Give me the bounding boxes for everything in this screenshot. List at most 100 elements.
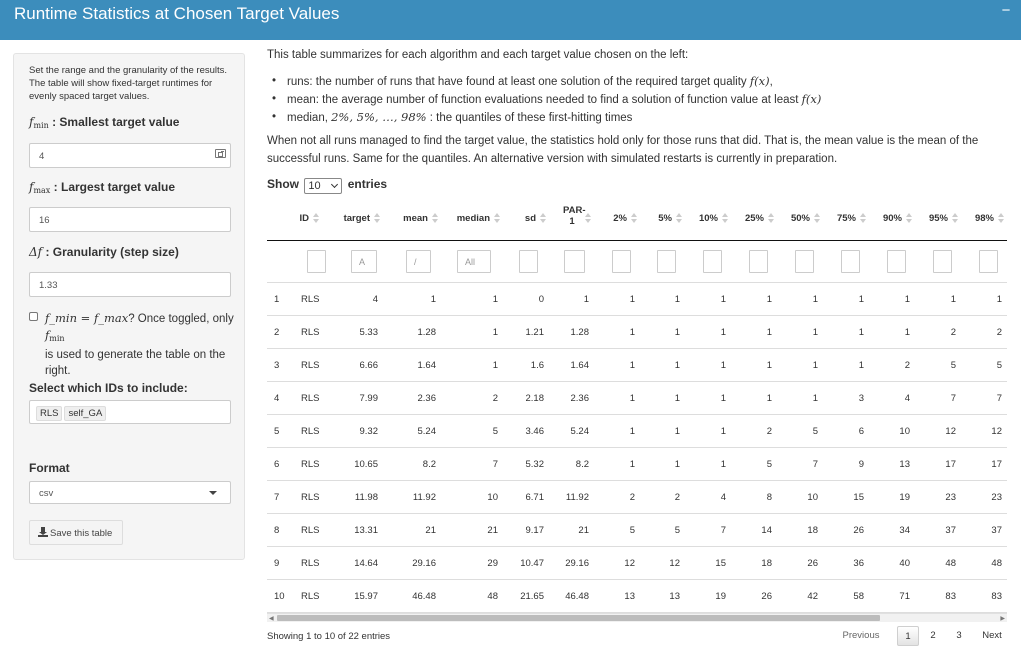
page-2-button[interactable]: 2 — [922, 626, 944, 646]
cell-row-number: 9 — [274, 558, 280, 569]
table-row[interactable]: 8 RLS 13.31 21 21 9.17 21 5 5 7 14 18 26 34 37 37 — [267, 514, 1007, 547]
cell-q95: 1 — [950, 294, 956, 305]
cell-mean: 2.36 — [417, 393, 437, 404]
page-3-button[interactable]: 3 — [948, 626, 970, 646]
cell-par-1: 1.64 — [570, 360, 590, 371]
cell-q10: 1 — [720, 360, 726, 371]
cell-q75: 36 — [853, 558, 864, 569]
cell-q95: 48 — [945, 558, 956, 569]
checkbox[interactable] — [29, 312, 38, 321]
cell-id: RLS — [301, 393, 320, 404]
cell-q98: 1 — [996, 294, 1002, 305]
cell-q75: 26 — [853, 525, 864, 536]
cell-sd: 21.65 — [520, 591, 544, 602]
sort-icon[interactable] — [998, 213, 1004, 224]
settings-description: Set the range and the granularity of the… — [29, 65, 228, 103]
filter-input-q2[interactable] — [612, 250, 631, 273]
step-symbol: Δf — [29, 245, 43, 259]
cell-median: 21 — [487, 525, 498, 536]
fmax-input[interactable]: 16 — [29, 207, 231, 232]
cell-row-number: 8 — [274, 525, 280, 536]
horizontal-scrollbar[interactable]: ◀ ▶ — [267, 613, 1007, 622]
fmax-symbol: fmax — [29, 180, 51, 195]
filter-input-q98[interactable] — [979, 250, 998, 273]
cell-target: 15.97 — [354, 591, 378, 602]
app-header: Runtime Statistics at Chosen Target Valu… — [0, 0, 1021, 40]
filter-input-target[interactable]: A — [351, 250, 377, 273]
filter-input-sd[interactable] — [519, 250, 538, 273]
id-tag-rls[interactable]: RLS — [36, 406, 63, 421]
cell-q10: 1 — [720, 294, 726, 305]
filter-input-q25[interactable] — [749, 250, 768, 273]
fmin-input[interactable]: 4 — [29, 143, 231, 168]
table-row[interactable]: 3 RLS 6.66 1.64 1 1.6 1.64 1 1 1 1 1 1 2 5 5 — [267, 349, 1007, 382]
minus-icon[interactable]: − — [999, 2, 1013, 19]
box-title: Runtime Statistics at Chosen Target Valu… — [14, 4, 340, 23]
cell-median: 48 — [487, 591, 498, 602]
cell-q50: 42 — [807, 591, 818, 602]
table-row[interactable]: 7 RLS 11.98 11.92 10 6.71 11.92 2 2 4 8 10 15 19 23 23 — [267, 481, 1007, 514]
cell-id: RLS — [301, 426, 320, 437]
filter-input-q10[interactable] — [703, 250, 722, 273]
note-text: When not all runs managed to find the ta… — [267, 135, 979, 165]
filter-input-q75[interactable] — [841, 250, 860, 273]
filter-input-q5[interactable] — [657, 250, 676, 273]
column-header-q98[interactable]: 98% — [267, 201, 1007, 241]
ids-multiselect[interactable]: RLS self_GA — [29, 400, 231, 424]
table-row[interactable]: 10 RLS 15.97 46.48 48 21.65 46.48 13 13 19 26 42 58 7… — [267, 580, 1007, 613]
definition-quantiles: median, 2%, 5%, …, 98% : the quantiles o… — [272, 109, 821, 127]
fmin-label: fmin : Smallest target value — [29, 115, 180, 130]
table-row[interactable]: 4 RLS 7.99 2.36 2 2.18 2.36 1 1 1 1 1 3 4 7 7 — [267, 382, 1007, 415]
cell-q90: 4 — [904, 393, 910, 404]
fmin-equals-fmax-toggle[interactable]: f_min = f_max? Once toggled, only fmin i… — [29, 310, 239, 379]
toggle-math: f_min = f_max — [45, 311, 129, 325]
cell-mean: 46.48 — [412, 591, 436, 602]
cell-q2: 1 — [629, 426, 635, 437]
step-label: Δf : Granularity (step size) — [29, 245, 179, 259]
page-length-select[interactable]: 10 — [304, 178, 343, 194]
cell-q90: 2 — [904, 360, 910, 371]
table-row[interactable]: 2 RLS 5.33 1.28 1 1.21 1.28 1 1 1 1 1 1 1 2 2 — [267, 316, 1007, 349]
step-input[interactable]: 1.33 — [29, 272, 231, 297]
previous-page-button[interactable]: Previous — [835, 626, 887, 646]
cell-q90: 1 — [904, 327, 910, 338]
cell-mean: 8.2 — [422, 459, 436, 470]
scroll-right-icon[interactable]: ▶ — [1000, 615, 1005, 622]
table-row[interactable]: 1 RLS 4 1 1 0 1 1 1 1 1 1 1 1 1 1 — [267, 283, 1007, 316]
filter-input-q95[interactable] — [933, 250, 952, 273]
settings-panel: Set the range and the granularity of the… — [13, 53, 245, 560]
filter-input-mean[interactable]: / — [406, 250, 431, 273]
table-row[interactable]: 5 RLS 9.32 5.24 5 3.46 5.24 1 1 1 2 5 6 10 12 12 — [267, 415, 1007, 448]
filter-input-q90[interactable] — [887, 250, 906, 273]
table-info: Showing 1 to 10 of 22 entries — [267, 631, 391, 642]
cell-q90: 13 — [899, 459, 910, 470]
scrollbar-thumb[interactable] — [277, 615, 880, 621]
cell-q95: 17 — [945, 459, 956, 470]
filter-input-par-1[interactable] — [564, 250, 585, 273]
cell-target: 4 — [372, 294, 378, 305]
cell-par-1: 1 — [583, 294, 589, 305]
page-1-button[interactable]: 1 — [897, 626, 919, 646]
cell-q90: 34 — [899, 525, 910, 536]
next-page-button[interactable]: Next — [975, 626, 1009, 646]
cell-q95: 23 — [945, 492, 956, 503]
cell-q75: 15 — [853, 492, 864, 503]
table-row[interactable]: 9 RLS 14.64 29.16 29 10.47 29.16 12 12 15 18 26 36 40… — [267, 547, 1007, 580]
filter-input-median[interactable]: All — [457, 250, 491, 273]
table-row[interactable]: 6 RLS 10.65 8.2 7 5.32 8.2 1 1 1 5 7 9 13 17 17 — [267, 448, 1007, 481]
cell-median: 5 — [492, 426, 498, 437]
cell-q5: 13 — [669, 591, 680, 602]
cell-q98: 2 — [996, 327, 1002, 338]
cell-row-number: 4 — [274, 393, 280, 404]
filter-input-q50[interactable] — [795, 250, 814, 273]
number-input-icon — [215, 149, 226, 158]
format-select[interactable]: csv — [29, 481, 231, 504]
scroll-left-icon[interactable]: ◀ — [269, 615, 274, 622]
cell-q2: 2 — [629, 492, 635, 503]
save-table-button[interactable]: Save this table — [29, 520, 123, 545]
cell-q90: 10 — [899, 426, 910, 437]
id-tag-self-ga[interactable]: self_GA — [64, 406, 107, 421]
filter-input-id[interactable] — [307, 250, 326, 273]
cell-q10: 7 — [720, 525, 726, 536]
cell-target: 5.33 — [359, 327, 379, 338]
